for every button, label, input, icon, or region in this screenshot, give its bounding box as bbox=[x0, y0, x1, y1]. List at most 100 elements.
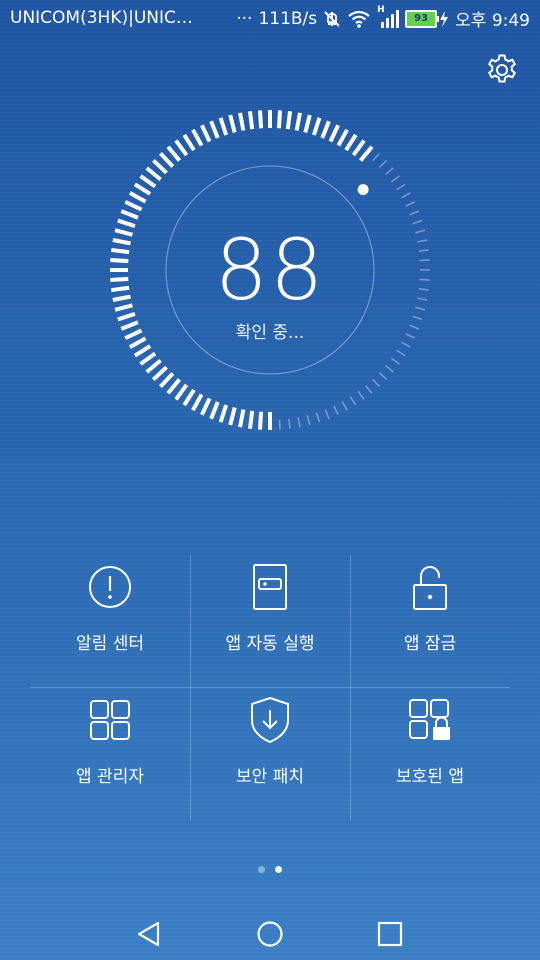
gauge-tick-filled bbox=[133, 182, 152, 196]
gauge-tick bbox=[333, 405, 339, 416]
gauge-tick bbox=[405, 201, 416, 207]
mute-icon bbox=[324, 10, 340, 27]
gauge-tick-filled bbox=[166, 378, 182, 395]
gauge-tick-filled bbox=[182, 133, 196, 152]
gauge-tick bbox=[418, 249, 429, 252]
gauge-tick bbox=[341, 401, 348, 411]
gauge-tick bbox=[349, 396, 357, 406]
feature-label: 알림 센터 bbox=[76, 634, 144, 654]
gauge-tick-filled bbox=[336, 128, 349, 147]
gauge-tick-filled bbox=[114, 303, 133, 312]
gauge-tick-filled bbox=[111, 247, 130, 255]
clock: 오후 9:49 bbox=[455, 11, 530, 31]
gauge-tick-filled bbox=[191, 393, 204, 412]
home-icon[interactable] bbox=[255, 919, 285, 949]
more-notifications-icon: ··· bbox=[236, 8, 253, 29]
notification-center-button[interactable]: 알림 센터 bbox=[30, 555, 190, 687]
page-dot bbox=[258, 866, 265, 873]
feature-label: 보호된 앱 bbox=[396, 767, 464, 787]
unlock-icon bbox=[413, 566, 447, 610]
gauge-tick bbox=[315, 412, 321, 423]
gauge-tick bbox=[419, 278, 430, 281]
back-icon[interactable] bbox=[134, 919, 164, 949]
gauge-tick-filled bbox=[139, 174, 157, 189]
gauge-tick bbox=[288, 418, 291, 429]
gauge-tick-filled bbox=[191, 128, 204, 147]
gauge-tick-filled bbox=[159, 151, 175, 168]
gauge-tick bbox=[401, 341, 411, 348]
navigation-bar bbox=[0, 905, 540, 960]
gauge-tick-filled bbox=[200, 124, 212, 143]
gauge-tick bbox=[401, 192, 411, 199]
gauge-tick-filled bbox=[311, 117, 322, 136]
feature-label: 보안 패치 bbox=[236, 767, 304, 787]
carrier-name: UNICOM(3HK)|UNIC… bbox=[10, 8, 193, 28]
progress-indicator-dot bbox=[357, 184, 369, 196]
gauge-tick-filled bbox=[257, 110, 264, 129]
battery-icon: 93 bbox=[405, 9, 449, 28]
page-dot-active bbox=[275, 866, 282, 873]
recents-icon[interactable] bbox=[375, 919, 405, 949]
app-autostart-button[interactable]: 앱 자동 실행 bbox=[190, 555, 350, 687]
gauge-tick-filled bbox=[151, 159, 168, 175]
battery-level: 93 bbox=[405, 9, 438, 28]
feature-grid: 알림 센터 앱 자동 실행 앱 잠금 앱 관리자 보안 패치 보호된 앱 bbox=[30, 555, 510, 820]
gauge-tick bbox=[390, 175, 400, 183]
gauge-tick bbox=[364, 385, 373, 394]
app-launch-icon bbox=[253, 564, 287, 610]
gauge-tick bbox=[385, 364, 394, 373]
gauge-tick-filled bbox=[209, 120, 220, 139]
gauge-tick-filled bbox=[145, 166, 162, 182]
gauge-tick-filled bbox=[247, 410, 255, 429]
gauge-tick bbox=[415, 306, 426, 311]
gauge-tick-filled bbox=[112, 294, 131, 302]
protected-apps-icon bbox=[409, 699, 450, 740]
gauge-tick bbox=[297, 417, 301, 428]
gauge-tick-filled bbox=[209, 401, 220, 420]
gauge-tick bbox=[417, 297, 428, 301]
gauge-tick-filled bbox=[238, 409, 246, 428]
gauge-tick-filled bbox=[320, 120, 331, 139]
gauge-tick bbox=[412, 219, 423, 225]
gauge-tick-filled bbox=[128, 336, 147, 349]
gauge-tick-filled bbox=[358, 145, 374, 162]
gauge-tick bbox=[306, 415, 311, 426]
gauge-tick-filled bbox=[238, 112, 246, 131]
alert-circle-icon bbox=[89, 566, 131, 608]
app-manager-button[interactable]: 앱 관리자 bbox=[30, 688, 190, 820]
gauge-tick-filled bbox=[117, 311, 136, 322]
gauge-tick-filled bbox=[120, 209, 139, 220]
settings-gear-icon[interactable] bbox=[484, 52, 520, 88]
feature-label: 앱 잠금 bbox=[403, 634, 457, 654]
status-bar: UNICOM(3HK)|UNIC… ··· 111B/s H 93 오후 9:4… bbox=[0, 0, 540, 38]
gauge-tick-filled bbox=[114, 228, 133, 237]
gauge-tick bbox=[405, 333, 416, 339]
gauge-tick bbox=[417, 239, 428, 243]
feature-label: 앱 관리자 bbox=[76, 767, 144, 787]
feature-label: 앱 자동 실행 bbox=[225, 634, 315, 654]
gauge-tick-filled bbox=[112, 238, 131, 246]
gauge-tick-filled bbox=[344, 133, 358, 152]
gauge-tick bbox=[324, 409, 330, 420]
security-patch-button[interactable]: 보안 패치 bbox=[190, 688, 350, 820]
gauge-tick bbox=[409, 324, 420, 330]
gauge-tick bbox=[396, 349, 406, 357]
gauge-tick-filled bbox=[294, 112, 302, 131]
gauge-tick-filled bbox=[328, 124, 340, 143]
gauge-tick-filled bbox=[228, 114, 237, 133]
gauge-tick bbox=[390, 357, 400, 365]
gauge-tick bbox=[378, 372, 388, 381]
gauge-tick bbox=[419, 259, 430, 262]
gauge-tick-filled bbox=[151, 365, 168, 381]
app-lock-button[interactable]: 앱 잠금 bbox=[350, 555, 510, 687]
page-indicator bbox=[258, 866, 282, 873]
protected-apps-button[interactable]: 보호된 앱 bbox=[350, 688, 510, 820]
gauge-tick-filled bbox=[110, 276, 129, 283]
grid-apps-icon bbox=[90, 700, 130, 740]
gauge-tick-filled bbox=[200, 397, 212, 416]
gauge-tick bbox=[357, 390, 365, 400]
gauge-tick-filled bbox=[128, 191, 147, 204]
gauge-tick bbox=[418, 288, 429, 291]
wifi-icon bbox=[348, 10, 370, 28]
gauge-tick-filled bbox=[117, 218, 136, 229]
